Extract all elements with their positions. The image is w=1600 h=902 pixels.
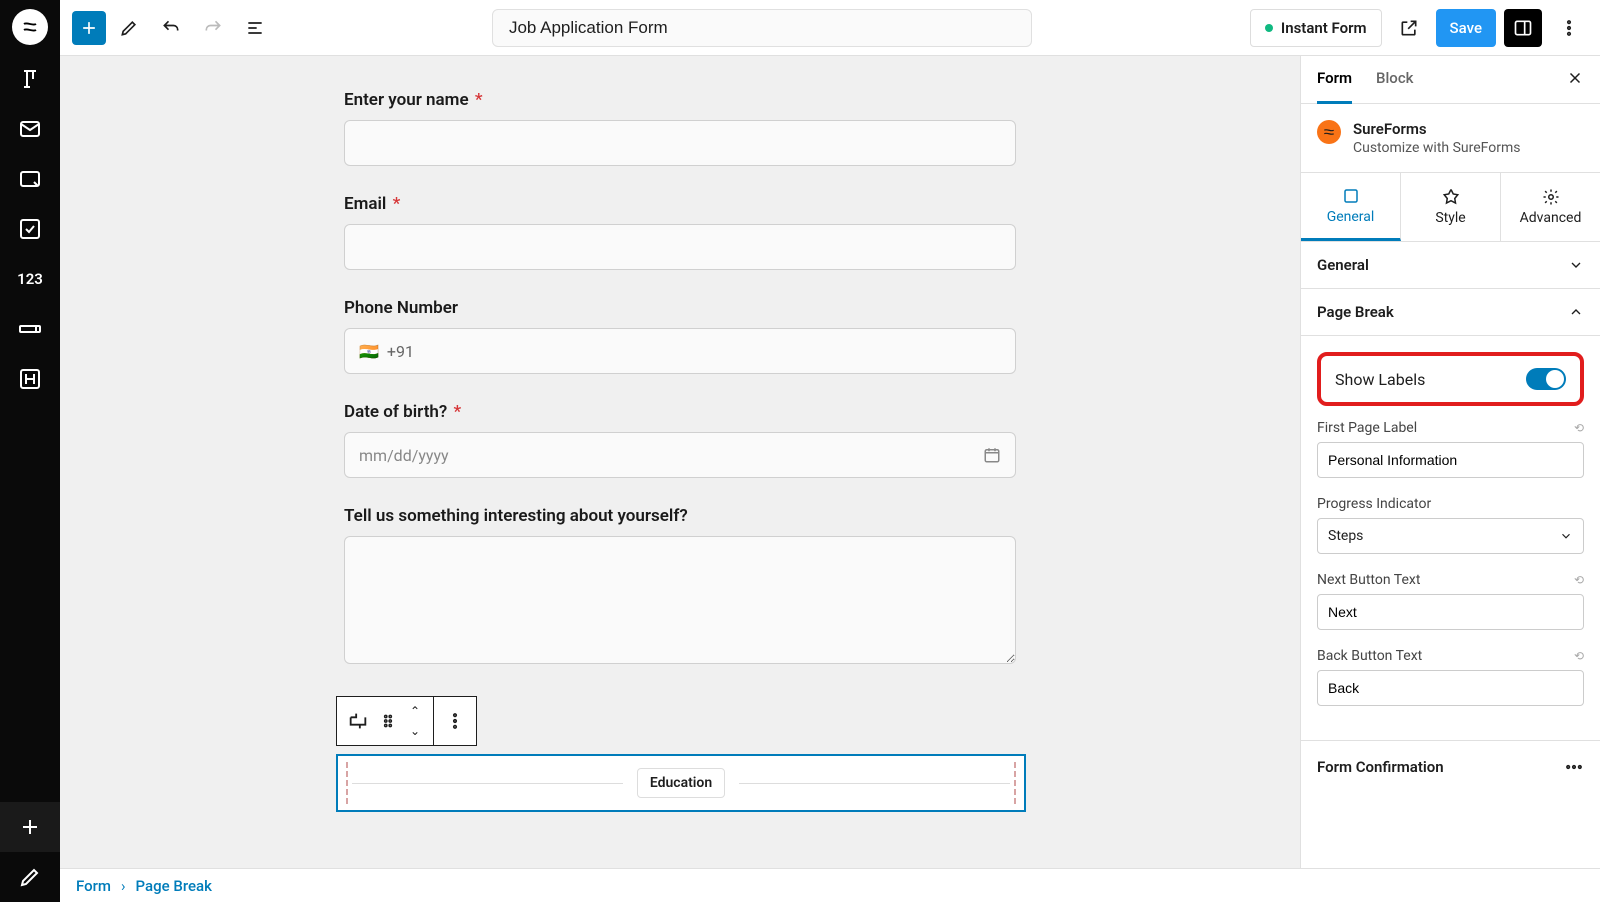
- tab-block[interactable]: Block: [1376, 56, 1413, 104]
- show-labels-toggle[interactable]: [1526, 368, 1566, 390]
- more-horiz-icon: [1564, 757, 1584, 777]
- back-button-text-label: Back Button Text: [1317, 648, 1422, 664]
- form-canvas[interactable]: Enter your name * Email * Phone Number 🇮…: [60, 56, 1300, 902]
- dob-input[interactable]: mm/dd/yyyy: [344, 432, 1016, 478]
- more-options-button[interactable]: [1550, 9, 1588, 47]
- name-field-label: Enter your name *: [344, 90, 1016, 110]
- email-icon[interactable]: [0, 104, 60, 154]
- subtab-advanced[interactable]: Advanced: [1501, 173, 1600, 241]
- form-confirmation-row[interactable]: Form Confirmation: [1301, 741, 1600, 793]
- breadcrumb-form[interactable]: Form: [76, 877, 111, 895]
- number-icon[interactable]: 123: [0, 254, 60, 304]
- interesting-textarea[interactable]: [344, 536, 1016, 664]
- progress-indicator-label: Progress Indicator: [1317, 496, 1431, 512]
- card-icon[interactable]: [0, 154, 60, 204]
- email-field-label: Email *: [344, 194, 1016, 214]
- undo-button[interactable]: [152, 9, 190, 47]
- page-break-label[interactable]: Education: [637, 768, 725, 798]
- accordion-pagebreak[interactable]: Page Break: [1301, 289, 1600, 336]
- close-inspector-icon[interactable]: [1566, 69, 1584, 91]
- block-toolbar: ⌃⌄: [336, 696, 477, 746]
- top-toolbar: Instant Form Save: [60, 0, 1600, 56]
- phone-prefix: +91: [387, 342, 414, 361]
- sidebar-toggle-button[interactable]: [1504, 9, 1542, 47]
- drag-handle-icon[interactable]: [373, 697, 403, 745]
- add-block-icon[interactable]: [0, 802, 60, 852]
- first-page-label: First Page Label: [1317, 420, 1417, 436]
- app-logo[interactable]: [0, 0, 60, 54]
- calendar-icon: [983, 446, 1001, 464]
- subtab-style[interactable]: Style: [1401, 173, 1501, 241]
- flag-icon: 🇮🇳: [359, 342, 379, 361]
- next-button-text-label: Next Button Text: [1317, 572, 1420, 588]
- email-input[interactable]: [344, 224, 1016, 270]
- first-page-input[interactable]: [1317, 442, 1584, 478]
- input-icon[interactable]: [0, 304, 60, 354]
- external-link-button[interactable]: [1390, 9, 1428, 47]
- text-tool-icon[interactable]: [0, 54, 60, 104]
- show-labels-row: Show Labels: [1317, 352, 1584, 406]
- phone-input[interactable]: 🇮🇳 +91: [344, 328, 1016, 374]
- phone-field-label: Phone Number: [344, 298, 1016, 318]
- dob-field-label: Date of birth? *: [344, 402, 1016, 422]
- interesting-field-label: Tell us something interesting about your…: [344, 506, 1016, 526]
- accordion-general[interactable]: General: [1301, 242, 1600, 289]
- sureforms-logo-icon: [1317, 120, 1341, 144]
- next-button-text-input[interactable]: [1317, 594, 1584, 630]
- move-arrows[interactable]: ⌃⌄: [403, 701, 427, 741]
- inspector-sidebar: Form Block SureForms Customize with Sure…: [1300, 56, 1600, 902]
- breadcrumb: Form › Page Break: [60, 868, 1600, 902]
- edit-icon[interactable]: [0, 852, 60, 902]
- block-type-icon[interactable]: [343, 697, 373, 745]
- reset-icon[interactable]: ⟲: [1574, 649, 1584, 663]
- checkbox-icon[interactable]: [0, 204, 60, 254]
- dob-placeholder: mm/dd/yyyy: [359, 446, 449, 465]
- page-break-block[interactable]: Education: [336, 754, 1026, 812]
- left-rail: 123: [0, 0, 60, 902]
- reset-icon[interactable]: ⟲: [1574, 421, 1584, 435]
- progress-indicator-select[interactable]: Steps: [1317, 518, 1584, 554]
- edit-mode-button[interactable]: [110, 9, 148, 47]
- instant-form-button[interactable]: Instant Form: [1250, 9, 1382, 47]
- form-title-input[interactable]: [492, 9, 1032, 47]
- heading-icon[interactable]: [0, 354, 60, 404]
- back-button-text-input[interactable]: [1317, 670, 1584, 706]
- instant-form-label: Instant Form: [1281, 19, 1367, 37]
- subtab-general[interactable]: General: [1301, 173, 1401, 241]
- chevron-down-icon: [1559, 529, 1573, 543]
- save-button[interactable]: Save: [1436, 9, 1496, 47]
- redo-button: [194, 9, 232, 47]
- style-icon: [1442, 188, 1460, 206]
- block-more-icon[interactable]: [440, 697, 470, 745]
- add-button[interactable]: [72, 11, 106, 45]
- reset-icon[interactable]: ⟲: [1574, 573, 1584, 587]
- chevron-down-icon: [1568, 257, 1584, 273]
- breadcrumb-pagebreak[interactable]: Page Break: [136, 877, 212, 895]
- tab-form[interactable]: Form: [1317, 56, 1352, 104]
- breadcrumb-separator: ›: [121, 877, 126, 895]
- status-dot-icon: [1265, 24, 1273, 32]
- outline-button[interactable]: [236, 9, 274, 47]
- general-icon: [1342, 187, 1360, 205]
- product-subtitle: Customize with SureForms: [1353, 140, 1520, 156]
- product-name: SureForms: [1353, 120, 1520, 138]
- show-labels-label: Show Labels: [1335, 370, 1425, 389]
- advanced-icon: [1542, 188, 1560, 206]
- chevron-up-icon: [1568, 304, 1584, 320]
- name-input[interactable]: [344, 120, 1016, 166]
